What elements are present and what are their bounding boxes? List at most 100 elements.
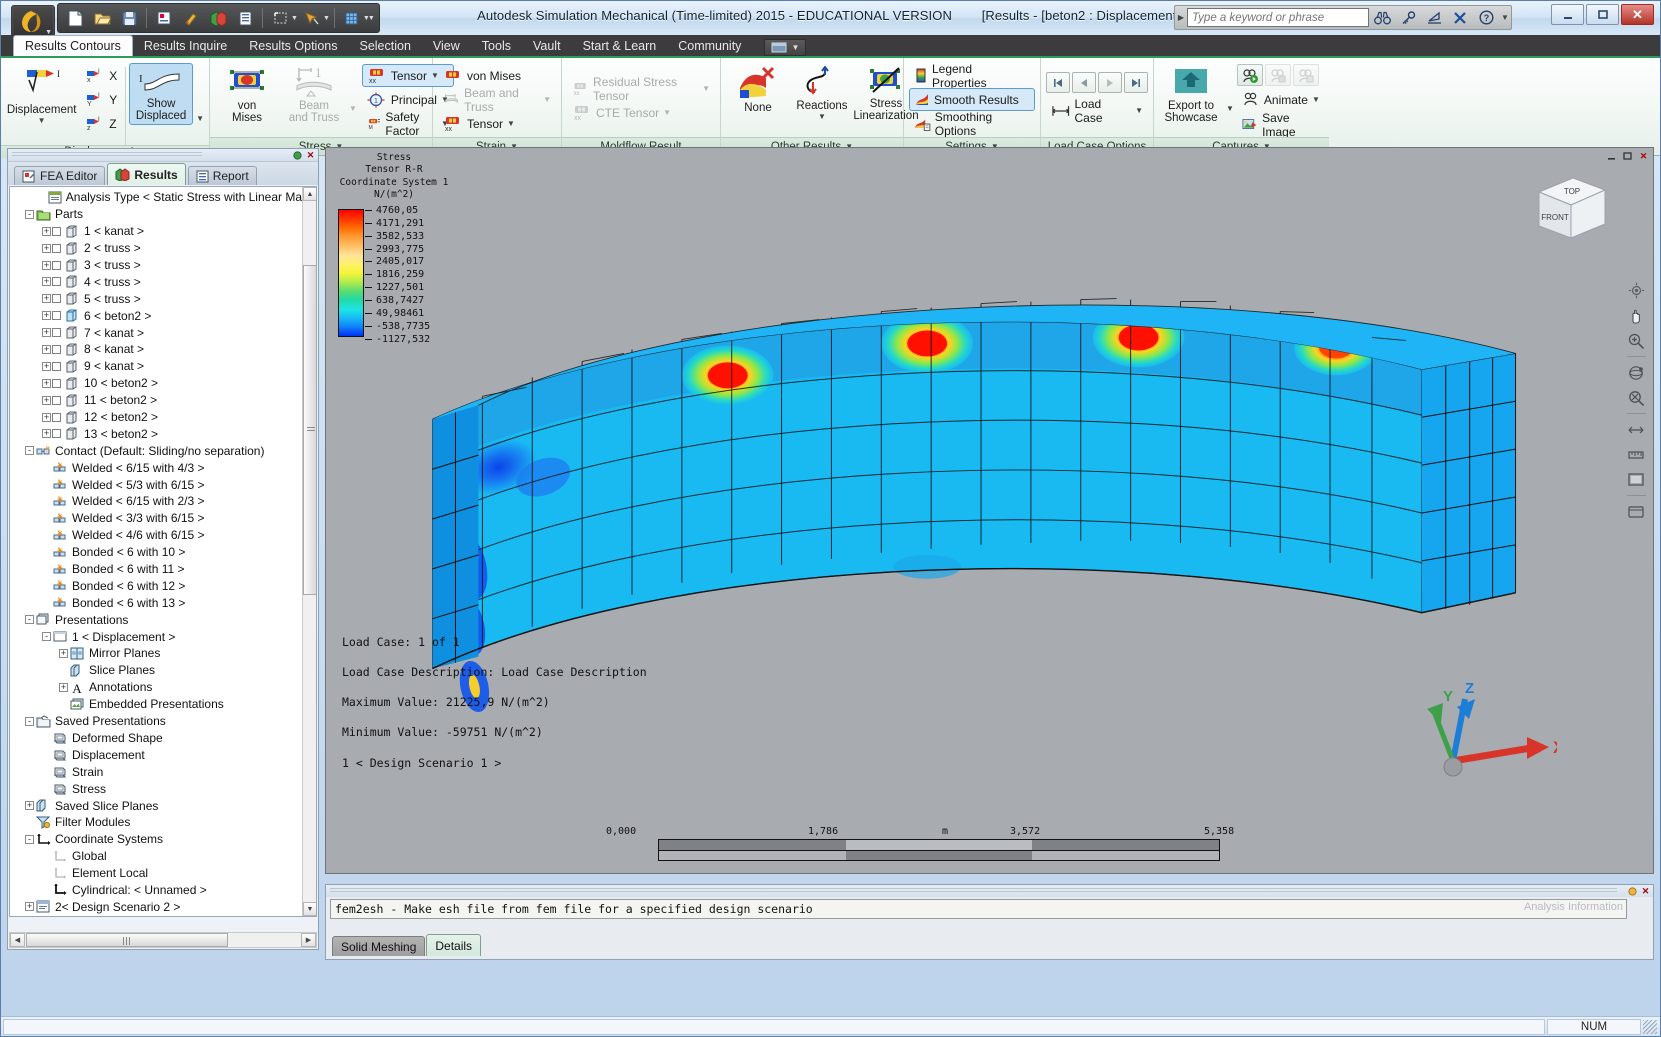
scroll-left-icon[interactable]: ◀ (10, 933, 25, 947)
chevron-down-icon[interactable]: ▼ (1135, 106, 1143, 115)
cte-tensor-button[interactable]: xx CTE Tensor ▼ (567, 101, 715, 124)
collapse-icon[interactable]: - (24, 713, 35, 729)
tree-item-checkbox[interactable] (52, 362, 61, 371)
satellite-icon[interactable] (1421, 6, 1447, 29)
save-icon[interactable] (116, 6, 142, 31)
selection-rectangle-icon[interactable] (267, 6, 293, 31)
chevron-down-icon[interactable]: ▼ (38, 116, 46, 125)
object-visibility-icon[interactable] (205, 6, 231, 31)
last-load-case-button[interactable] (1124, 72, 1148, 93)
binoculars-icon[interactable] (1369, 6, 1395, 29)
tree-item[interactable]: Strain (12, 763, 302, 780)
legend-properties-button[interactable]: Legend Properties (909, 64, 1035, 87)
maximize-button[interactable] (1586, 4, 1619, 25)
tab-vault[interactable]: Vault (522, 36, 572, 56)
tree-item[interactable]: +2 < truss > (12, 240, 302, 257)
previous-load-case-button[interactable] (1072, 72, 1096, 93)
display-icon[interactable] (1624, 499, 1649, 524)
smooth-results-button[interactable]: Smooth Results (909, 88, 1035, 111)
tree-item[interactable]: +1 < kanat > (12, 223, 302, 240)
scroll-down-icon[interactable]: ▼ (303, 902, 317, 916)
help-icon[interactable]: ? (1473, 6, 1499, 29)
close-icon[interactable]: ✕ (304, 149, 317, 162)
collapse-icon[interactable]: - (24, 206, 35, 222)
tab-results-inquire[interactable]: Results Inquire (133, 36, 238, 56)
search-expand-icon[interactable]: ▶ (1175, 13, 1187, 22)
tree-item[interactable]: Welded < 3/3 with 6/15 > (12, 510, 302, 527)
drag-handle[interactable] (12, 152, 202, 158)
expand-icon[interactable]: + (41, 325, 52, 341)
tree-item[interactable]: Stress (12, 780, 302, 797)
displacement-z-button[interactable]: zI Z (80, 112, 122, 135)
tree-item[interactable]: -Coordinate Systems (12, 831, 302, 848)
tree-item-checkbox[interactable] (52, 413, 61, 422)
expand-icon[interactable]: + (58, 679, 69, 695)
scroll-thumb[interactable] (26, 933, 228, 947)
smoothing-options-button[interactable]: Smoothing Options (909, 112, 1035, 135)
collapse-icon[interactable]: - (41, 629, 52, 645)
expand-icon[interactable]: + (41, 341, 52, 357)
zoom-window-icon[interactable] (1624, 385, 1649, 410)
orbit-icon[interactable] (1624, 360, 1649, 385)
tab-view[interactable]: View (422, 36, 471, 56)
tree-item[interactable]: Slice Planes (12, 662, 302, 679)
tree-item[interactable]: +9 < kanat > (12, 358, 302, 375)
tree-item-checkbox[interactable] (52, 227, 61, 236)
list-icon[interactable] (232, 6, 258, 31)
zoom-in-icon[interactable] (1624, 328, 1649, 353)
tree-item[interactable]: -Contact (Default: Sliding/no separation… (12, 442, 302, 459)
animate-button[interactable]: Animate ▼ (1237, 88, 1325, 111)
open-icon[interactable] (89, 6, 115, 31)
pin-icon[interactable] (1626, 885, 1639, 897)
tree-vertical-scrollbar[interactable]: ▲ ▼ (302, 187, 316, 916)
tree-item[interactable]: +12 < beton2 > (12, 409, 302, 426)
model-tree-list[interactable]: Analysis Type < Static Stress with Linea… (10, 187, 302, 916)
search-input[interactable] (1187, 8, 1369, 27)
chevron-down-icon[interactable]: ▼ (196, 114, 204, 123)
chevron-down-icon[interactable]: ▼ (349, 104, 357, 113)
tree-item[interactable]: Welded < 6/15 with 4/3 > (12, 459, 302, 476)
tree-item-checkbox[interactable] (52, 429, 61, 438)
displacement-button[interactable]: I Displacement ▼ (6, 63, 77, 128)
tree-horizontal-scrollbar[interactable]: ◀ ▶ (9, 932, 317, 948)
ribbon-display-options[interactable]: ▼ (764, 39, 806, 56)
first-load-case-button[interactable] (1046, 72, 1070, 93)
export-to-showcase-button[interactable]: Export to Showcase (1159, 63, 1223, 127)
drag-handle[interactable] (330, 888, 1617, 894)
tree-item[interactable]: +8 < kanat > (12, 341, 302, 358)
chevron-down-icon[interactable]: ▼ (702, 84, 710, 93)
tab-solid-meshing[interactable]: Solid Meshing (332, 936, 425, 956)
minimize-button[interactable] (1551, 4, 1584, 25)
results-viewport[interactable]: ✕ Stress Tensor R-R Coordinate System 1 … (325, 147, 1654, 874)
tree-item[interactable]: +5 < truss > (12, 290, 302, 307)
tree-item[interactable]: Bonded < 6 with 12 > (12, 577, 302, 594)
tree-item[interactable]: +11 < beton2 > (12, 392, 302, 409)
von-mises-stress-button[interactable]: von Mises (215, 63, 279, 127)
scroll-thumb[interactable] (303, 265, 317, 595)
tree-item[interactable]: -Presentations (12, 611, 302, 628)
strain-von-mises-button[interactable]: von Mises (438, 64, 556, 87)
beam-and-truss-stress-button[interactable]: 1 Beam and Truss (282, 63, 346, 127)
exchange-icon[interactable] (1447, 6, 1473, 29)
tree-item[interactable]: Analysis Type < Static Stress with Linea… (12, 189, 302, 206)
expand-icon[interactable]: + (41, 409, 52, 425)
displacement-x-button[interactable]: xI X (80, 64, 122, 87)
close-button[interactable]: ✕ (1621, 4, 1654, 25)
expand-icon[interactable]: + (58, 645, 69, 661)
tree-item[interactable]: Deformed Shape (12, 730, 302, 747)
strain-beam-truss-button[interactable]: 1 Beam and Truss ▼ (438, 88, 556, 111)
show-displaced-button[interactable]: I Show Displaced (129, 63, 193, 125)
tab-tools[interactable]: Tools (471, 36, 522, 56)
none-button[interactable]: None (726, 63, 790, 117)
close-icon[interactable]: ✕ (1639, 885, 1652, 897)
new-icon[interactable] (62, 6, 88, 31)
tab-fea-editor[interactable]: FEA Editor (14, 166, 105, 185)
key-icon[interactable] (1395, 6, 1421, 29)
tree-item[interactable]: +Mirror Planes (12, 645, 302, 662)
more-icon[interactable]: ▼ (368, 15, 375, 22)
collapse-icon[interactable]: - (24, 831, 35, 847)
appearance-icon[interactable] (178, 6, 204, 31)
selection-point-icon[interactable] (299, 6, 325, 31)
tree-item[interactable]: Displacement (12, 746, 302, 763)
chevron-down-icon[interactable]: ▼ (663, 108, 671, 117)
